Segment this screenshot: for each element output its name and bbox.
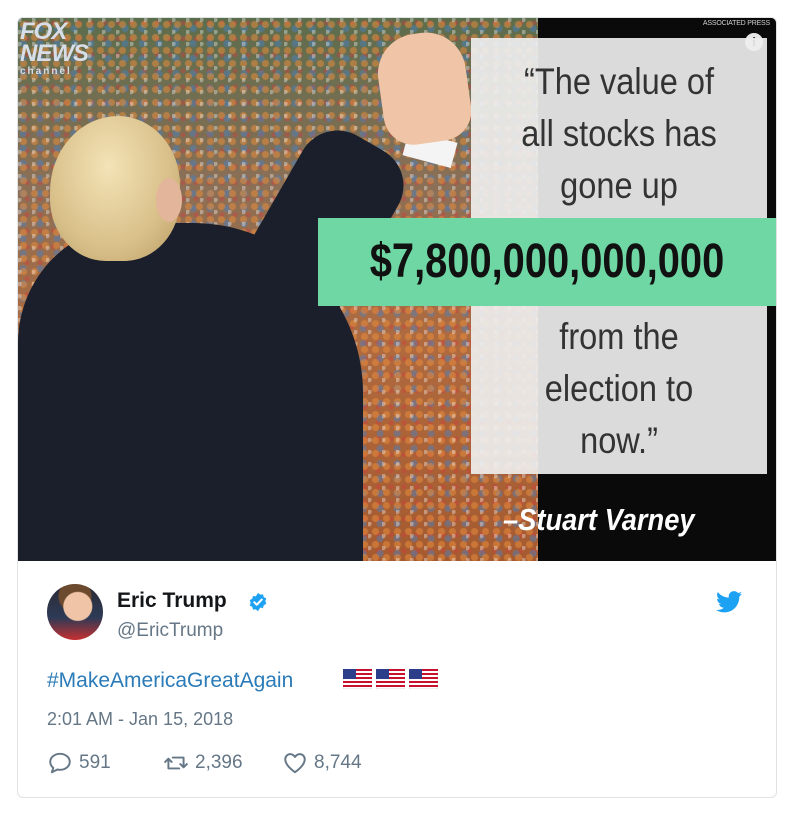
quote-top-text: “The value of all stocks has gone up — [521, 61, 717, 206]
like-count: 8,744 — [314, 752, 362, 773]
avatar[interactable] — [47, 584, 103, 640]
quote-bottom-text: from the election to now.” — [544, 316, 694, 461]
fox-news-logo: FOX NEWS channel — [20, 18, 89, 78]
user-handle[interactable]: @EricTrump — [117, 620, 223, 642]
photo-credit: ASSOCIATED PRESS — [702, 20, 770, 27]
tweet-card: FOX NEWS channel ASSOCIATED PRESS i “The… — [17, 17, 777, 798]
retweet-button[interactable]: 2,396 — [163, 748, 243, 778]
speaker-ear — [156, 178, 182, 222]
verified-badge-icon — [249, 592, 267, 612]
heart-icon — [284, 753, 306, 774]
flag-emojis — [343, 669, 442, 693]
tweet-timestamp[interactable]: 2:01 AM - Jan 15, 2018 — [47, 709, 233, 730]
twitter-bird-icon[interactable] — [716, 591, 742, 613]
amount-text: $7,800,000,000,000 — [369, 235, 725, 288]
reply-count: 591 — [79, 752, 111, 773]
us-flag-icon — [376, 669, 405, 689]
us-flag-icon — [409, 669, 438, 689]
like-button[interactable]: 8,744 — [282, 748, 362, 778]
reply-icon — [49, 752, 71, 774]
reply-button[interactable]: 591 — [47, 748, 111, 778]
hashtag-link[interactable]: #MakeAmericaGreatAgain — [47, 669, 293, 693]
tweet-media-image[interactable]: FOX NEWS channel ASSOCIATED PRESS i “The… — [18, 18, 776, 561]
display-name[interactable]: Eric Trump — [117, 589, 227, 613]
retweet-icon — [164, 756, 188, 770]
us-flag-icon — [343, 669, 372, 689]
retweet-count: 2,396 — [195, 752, 243, 773]
quote-attribution: –Stuart Varney — [503, 502, 695, 537]
